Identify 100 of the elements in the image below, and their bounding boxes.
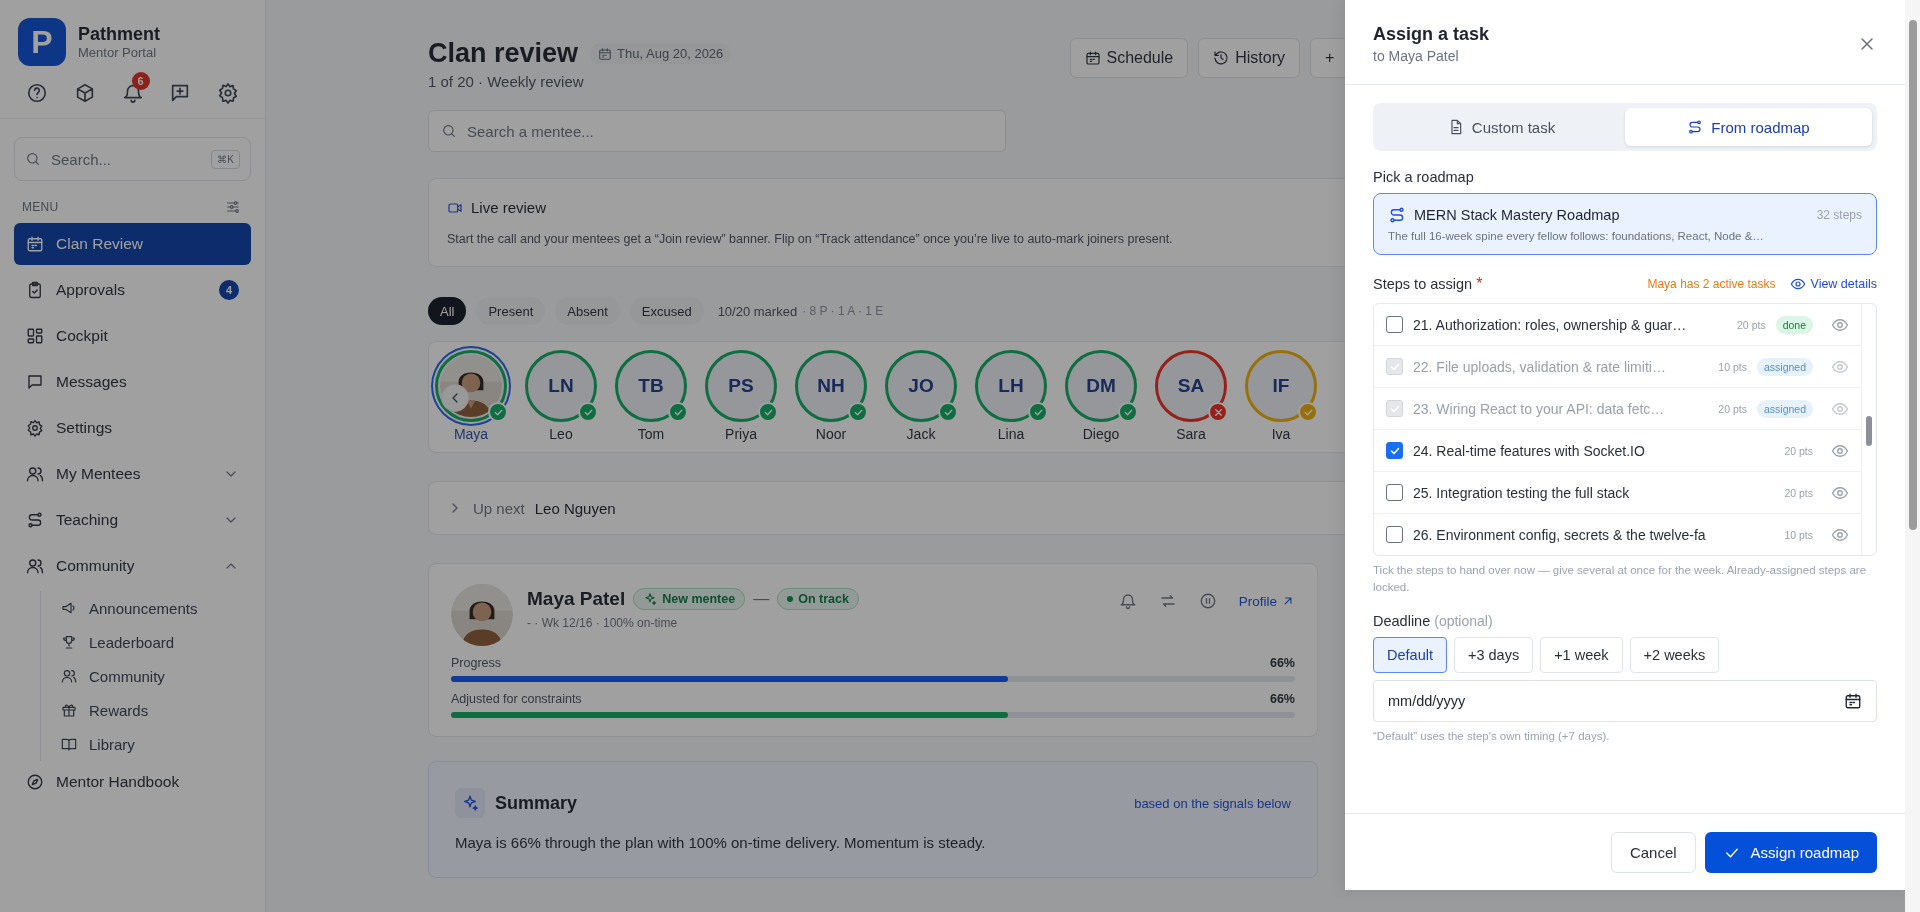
deadline-option[interactable]: +1 week [1540,637,1623,674]
checkbox[interactable] [1386,442,1403,459]
deadline-option[interactable]: +2 weeks [1629,637,1720,674]
checkbox[interactable] [1386,316,1403,333]
compass-icon [26,773,44,791]
users-icon [26,557,44,575]
assign-button[interactable]: Assign roadmap [1704,832,1877,873]
view-details-link[interactable]: View details [1789,276,1877,292]
pause-icon[interactable] [1198,592,1217,610]
date-chip: Thu, Aug 20, 2026 [590,43,732,64]
nav-subitem[interactable]: Announcements [55,591,251,625]
cancel-button[interactable]: Cancel [1610,832,1696,873]
step-title: 24. Real-time features with Socket.IO [1413,442,1646,459]
bell-icon[interactable] [1118,592,1137,610]
filter-chip[interactable]: Absent [555,297,620,325]
step-title: 25. Integration testing the full stack [1413,484,1631,501]
count-badge: 4 [219,280,239,300]
nav-subitem[interactable]: Community [55,659,251,693]
users-icon [61,668,77,684]
tab[interactable]: Custom task [1378,108,1625,146]
deadline-option[interactable]: Default [1373,637,1447,674]
mentee-name: Maya Patel [527,588,626,610]
history-icon [1213,50,1230,66]
summary-note: based on the signals below [1134,795,1291,811]
trophy-icon [61,634,77,650]
checkbox[interactable] [1386,484,1403,501]
add-button[interactable]: + [1310,38,1345,78]
checkbox[interactable] [1386,526,1403,543]
status-tag: done [1775,315,1813,334]
nav-item[interactable]: Settings [14,407,251,449]
app-subtitle: Mentor Portal [78,45,158,60]
step-title: 21. Authorization: roles, ownership & guar… [1413,316,1688,333]
up-next-card[interactable]: Up next Leo Nguyen [428,481,1345,535]
progress-value: 66% [1269,692,1295,706]
status-tag: assigned [1756,399,1813,418]
nav-subitem[interactable]: Library [55,727,251,761]
help-icon[interactable] [26,82,48,104]
optional-note: (optional) [1434,613,1493,630]
search-field[interactable]: Search a mentee... [428,110,1006,152]
card-title: Live review [471,199,547,216]
date-field[interactable]: mm/dd/yyyy [1373,680,1877,723]
card-title: Summary [495,792,579,814]
grid-icon [26,327,44,345]
search-icon [25,151,41,167]
separator: — [753,590,770,608]
swap-icon[interactable] [1158,592,1177,610]
megaphone-icon [61,600,77,616]
eye-icon [1789,276,1806,292]
deadline-option[interactable]: +3 days [1453,637,1534,674]
roadmap-description: The full 16-week spine every fellow follows: foundations, React, Node &… [1388,230,1765,242]
points-label: 20 pts [1718,402,1747,415]
calendar-icon [26,235,44,253]
active-tasks-note: Maya has 2 active tasks [1647,277,1776,291]
card-text: Start the call and your mentees get a “Join review” banner. Flip on “Track attendance” once you’re live to auto-mark joiners present. [447,232,1174,246]
search-field[interactable]: Search... ⌘K [14,137,251,181]
calendar-icon[interactable] [1844,692,1862,711]
settings-icon [26,419,44,437]
notification-badge: 6 [131,72,150,90]
drawer-title: Assign a task [1373,24,1490,45]
points-label: 10 pts [1784,528,1813,541]
scrollbar-thumb[interactable] [1866,416,1872,446]
nav-item[interactable]: My Mentees [14,453,251,495]
scrollbar-thumb[interactable] [1908,20,1917,530]
step-title: 22. File uploads, validation & rate limiti… [1413,358,1667,375]
sliders-icon[interactable] [225,199,241,215]
sparkle-icon [455,788,485,818]
nav-subitem[interactable]: Rewards [55,693,251,727]
nav-item[interactable]: Mentor Handbook [14,761,251,803]
calendar-icon [598,46,613,61]
nav-item[interactable]: Community [14,545,251,587]
points-label: 20 pts [1737,318,1766,331]
helper-text: Tick the steps to hand over now — give several at once for the week. Already-assigned steps are locked. [1373,563,1868,595]
nav-item[interactable]: Messages [14,361,251,403]
users-icon [26,465,44,483]
toolbar-button[interactable]: History [1198,38,1300,78]
settings-icon[interactable] [217,82,239,104]
toolbar-button[interactable]: Schedule [1069,38,1189,78]
nav-item[interactable]: Cockpit [14,315,251,357]
sparkle-icon [643,592,658,606]
points-label: 10 pts [1718,360,1747,373]
status-tag: assigned [1756,357,1813,376]
filter-chip[interactable]: Excused [629,297,704,325]
nav-item[interactable]: Clan Review [14,223,251,265]
profile-link[interactable]: Profile [1238,593,1295,609]
filter-chip[interactable]: All [428,297,467,325]
field-label: Deadline [1373,613,1431,630]
nav-item[interactable]: Teaching [14,499,251,541]
mentee-name: Leo Nguyen [534,499,616,517]
nav-subitem[interactable]: Leaderboard [55,625,251,659]
tab[interactable]: From roadmap [1625,108,1872,146]
roadmap-option[interactable]: MERN Stack Mastery Roadmap 32 steps The full 16-week spine every fellow follows: foundations, React, Node &… [1373,193,1877,255]
field-label: Steps to assign [1373,276,1473,292]
filter-chip[interactable]: Present [476,297,546,325]
marked-breakdown: · 8 P · 1 A · 1 E [802,304,884,318]
points-label: 20 pts [1784,486,1813,499]
mentee-meta: - · Wk 12/16 · 100% on-time [527,616,679,630]
progress-label: Progress [451,656,502,670]
status-tag: On track [777,588,859,610]
nav-item[interactable]: Approvals 4 [14,269,251,311]
route-icon [26,511,44,529]
